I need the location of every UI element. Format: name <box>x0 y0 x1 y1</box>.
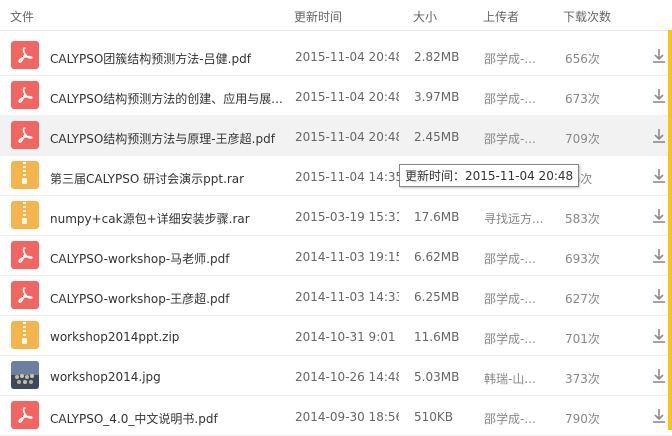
file-uploader: 邵学成-... <box>484 132 536 146</box>
file-download-count: 627次 <box>565 292 600 306</box>
file-name[interactable]: 第三届CALYPSO 研讨会演示ppt.rar <box>50 170 282 187</box>
pdf-file-icon <box>11 241 39 269</box>
file-row[interactable]: workshop2014ppt.zip 2014-10-31 9:01 11.6MB… <box>0 316 672 356</box>
file-size: 2.82MB <box>414 50 460 64</box>
file-name[interactable]: CALYPSO结构预测方法的创建、应用与展... <box>50 90 282 107</box>
file-size: 6.25MB <box>414 290 460 304</box>
file-size: 2.45MB <box>414 130 460 144</box>
file-name[interactable]: numpy+cak源包+详细安装步骤.rar <box>50 210 282 227</box>
download-icon[interactable] <box>650 207 668 225</box>
file-row[interactable]: CALYPSO-workshop-马老师.pdf 2014-11-03 19:15… <box>0 236 672 276</box>
file-update-time: 2014-10-26 14:48 <box>295 370 399 384</box>
archive-file-icon <box>11 201 39 229</box>
scrollbar[interactable] <box>668 30 672 430</box>
file-download-count: 373次 <box>565 372 600 386</box>
file-update-time: 2015-11-04 20:48 <box>295 130 399 144</box>
file-update-time: 2014-11-03 19:15 <box>295 250 399 264</box>
pdf-file-icon <box>11 81 39 109</box>
file-size: 5.03MB <box>414 370 460 384</box>
download-icon[interactable] <box>650 407 668 425</box>
file-name[interactable]: CALYPSO-workshop-马老师.pdf <box>50 250 282 267</box>
file-download-count: 709次 <box>565 132 600 146</box>
download-icon[interactable] <box>650 287 668 305</box>
archive-file-icon <box>11 321 39 349</box>
file-update-time: 2014-09-30 18:56 <box>295 410 399 424</box>
file-row[interactable]: CALYPSO结构预测方法的创建、应用与展... 2015-11-04 20:48… <box>0 76 672 116</box>
file-size: 6.62MB <box>414 250 460 264</box>
update-time-tooltip: 更新时间：2015-11-04 20:48 <box>399 164 580 187</box>
image-file-icon <box>11 361 39 389</box>
file-uploader: 邵学成-... <box>484 292 536 306</box>
file-name[interactable]: workshop2014.jpg <box>50 370 282 384</box>
file-size: 17.6MB <box>414 210 460 224</box>
file-uploader: 邵学成-... <box>484 52 536 66</box>
column-header-uploader[interactable]: 上传者 <box>483 8 519 25</box>
file-download-count: 693次 <box>565 252 600 266</box>
file-uploader: 邵学成-... <box>484 412 536 426</box>
file-row[interactable]: CALYPSO_4.0_中文说明书.pdf 2014-09-30 18:56 510… <box>0 396 672 436</box>
file-row[interactable]: CALYPSO-workshop-王彦超.pdf 2014-11-03 14:33… <box>0 276 672 316</box>
file-row[interactable]: workshop2014.jpg 2014-10-26 14:48 5.03MB 韩瑞… <box>0 356 672 396</box>
file-name[interactable]: CALYPSO团簇结构预测方法-吕健.pdf <box>50 50 282 67</box>
pdf-file-icon <box>11 41 39 69</box>
file-uploader: 邵学成-... <box>484 92 536 106</box>
pdf-file-icon <box>11 401 39 429</box>
archive-file-icon <box>11 161 39 189</box>
file-download-count: 583次 <box>565 212 600 226</box>
file-size: 11.6MB <box>414 330 460 344</box>
file-name[interactable]: CALYPSO-workshop-王彦超.pdf <box>50 290 282 307</box>
file-update-time: 2015-11-04 20:48 <box>295 90 399 104</box>
file-size: 510KB <box>414 410 454 424</box>
file-row[interactable]: numpy+cak源包+详细安装步骤.rar 2015-03-19 15:31 17… <box>0 196 672 236</box>
download-icon[interactable] <box>650 167 668 185</box>
file-update-time: 2014-10-31 9:01 <box>295 330 396 344</box>
pdf-file-icon <box>11 121 39 149</box>
column-header-time[interactable]: 更新时间 <box>294 8 342 25</box>
column-header-downloads[interactable]: 下载次数 <box>563 8 611 25</box>
file-uploader: 寻找远方... <box>484 212 544 226</box>
download-icon[interactable] <box>650 367 668 385</box>
file-uploader: 邵学成-... <box>484 332 536 346</box>
file-row[interactable]: CALYPSO团簇结构预测方法-吕健.pdf 2015-11-04 20:48 2.… <box>0 36 672 76</box>
file-update-time: 2015-11-04 14:35 <box>295 170 399 184</box>
download-icon[interactable] <box>650 87 668 105</box>
file-update-time: 2015-03-19 15:31 <box>295 210 399 224</box>
file-download-count: 701次 <box>565 332 600 346</box>
file-row[interactable]: CALYPSO结构预测方法与原理-王彦超.pdf 2015-11-04 20:48… <box>0 116 672 156</box>
file-download-count: 656次 <box>565 52 600 66</box>
file-download-count: 790次 <box>565 412 600 426</box>
file-name[interactable]: workshop2014ppt.zip <box>50 330 282 344</box>
file-name[interactable]: CALYPSO结构预测方法与原理-王彦超.pdf <box>50 130 282 147</box>
column-header-name[interactable]: 文件 <box>10 8 34 25</box>
file-list-header: 文件 更新时间 大小 上传者 下载次数 <box>0 0 672 31</box>
file-list: CALYPSO团簇结构预测方法-吕健.pdf 2015-11-04 20:48 2.… <box>0 36 672 436</box>
file-size: 3.97MB <box>414 90 460 104</box>
file-uploader: 邵学成-... <box>484 252 536 266</box>
file-update-time: 2014-11-03 14:33 <box>295 290 399 304</box>
download-icon[interactable] <box>650 327 668 345</box>
column-header-size[interactable]: 大小 <box>413 8 437 25</box>
file-download-count: 673次 <box>565 92 600 106</box>
file-update-time: 2015-11-04 20:48 <box>295 50 399 64</box>
file-name[interactable]: CALYPSO_4.0_中文说明书.pdf <box>50 410 282 427</box>
download-icon[interactable] <box>650 127 668 145</box>
pdf-file-icon <box>11 281 39 309</box>
download-icon[interactable] <box>650 247 668 265</box>
file-uploader: 韩瑞-山... <box>484 372 536 386</box>
download-icon[interactable] <box>650 47 668 65</box>
